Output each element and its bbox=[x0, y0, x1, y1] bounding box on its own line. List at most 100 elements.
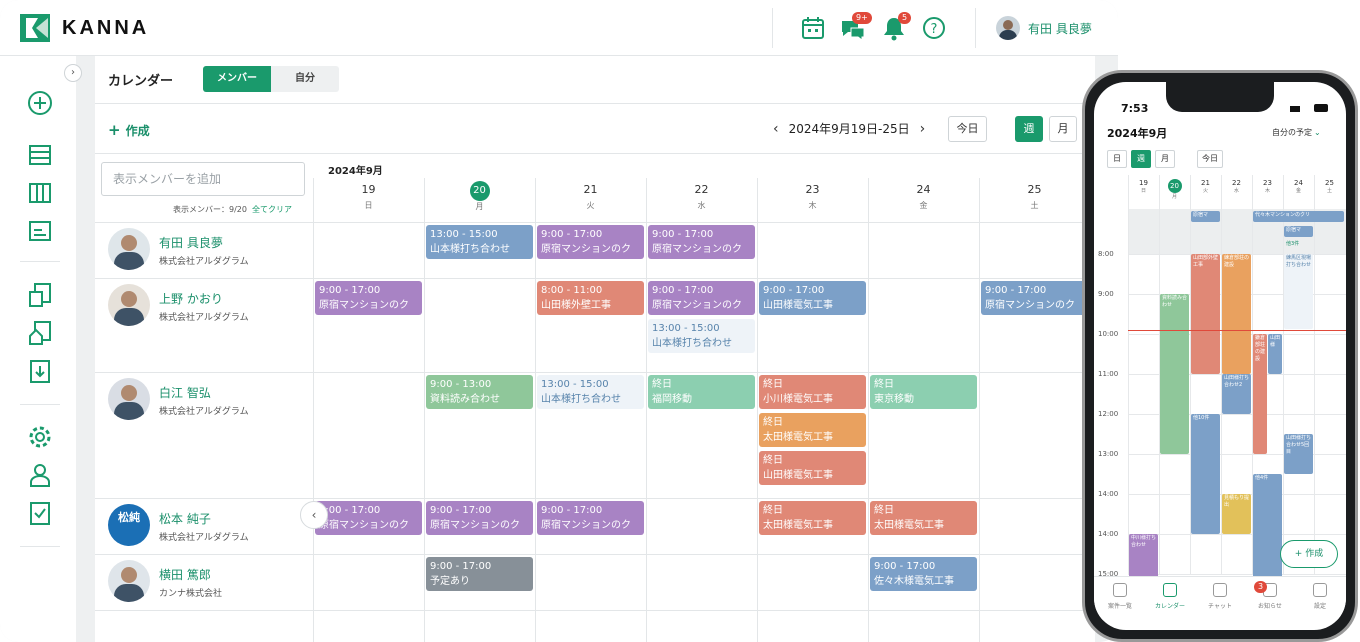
user-menu[interactable]: 有田 具良夢 bbox=[996, 16, 1092, 40]
phone-month-button[interactable]: 月 bbox=[1155, 150, 1175, 168]
event-card[interactable]: 9:00 - 17:00 原宿マンションのク bbox=[315, 501, 422, 535]
board-icon[interactable] bbox=[27, 180, 53, 206]
day-header[interactable]: 23 木 bbox=[757, 178, 868, 222]
tab-members[interactable]: メンバー bbox=[203, 66, 271, 92]
chevron-left-icon[interactable]: ‹ bbox=[773, 121, 779, 137]
event-card[interactable]: 8:00 - 11:00 山田様外壁工事 bbox=[537, 281, 644, 315]
event-card[interactable]: 終日 福岡移動 bbox=[648, 375, 755, 409]
phone-event[interactable]: 練倉部荘の建設 bbox=[1222, 254, 1251, 374]
week-view-button[interactable]: 週 bbox=[1015, 116, 1043, 142]
phone-day-header[interactable]: 25 土 bbox=[1314, 179, 1345, 194]
event-card[interactable]: 終日 山田様電気工事 bbox=[759, 451, 866, 485]
event-card[interactable]: 9:00 - 17:00 原宿マンションのク bbox=[648, 225, 755, 259]
event-card[interactable]: 終日 太田様電気工事 bbox=[870, 501, 977, 535]
phone-event[interactable]: 他4件 bbox=[1253, 474, 1282, 584]
person-icon[interactable] bbox=[27, 462, 53, 488]
phone-event[interactable]: 鎌倉部荘の建設 bbox=[1253, 334, 1267, 454]
phone-event[interactable]: 見積もり提出 bbox=[1222, 494, 1251, 534]
event-card[interactable]: 9:00 - 17:00 原宿マンションのク bbox=[426, 501, 533, 535]
create-button[interactable]: + 作成 bbox=[108, 121, 150, 139]
building-icon[interactable] bbox=[27, 320, 53, 346]
member-name[interactable]: 有田 具良夢 bbox=[159, 234, 223, 251]
phone-event[interactable]: 原宿マ bbox=[1191, 211, 1220, 222]
event-card[interactable]: 13:00 - 15:00 山本様打ち合わせ bbox=[426, 225, 533, 259]
member-row[interactable]: 上野 かおり 株式会社アルダグラム bbox=[108, 284, 308, 328]
phone-day-header[interactable]: 22 水 bbox=[1221, 179, 1252, 194]
event-card[interactable]: 9:00 - 17:00 原宿マンションのク bbox=[981, 281, 1088, 315]
phone-event[interactable]: 中川様打ち合わせ bbox=[1129, 534, 1158, 579]
member-name[interactable]: 松本 純子 bbox=[159, 510, 211, 527]
phone-event[interactable]: 資料読み合わせ bbox=[1160, 294, 1189, 454]
phone-event[interactable]: 他10件 bbox=[1191, 414, 1220, 534]
event-card[interactable]: 13:00 - 15:00 山本様打ち合わせ bbox=[648, 319, 755, 353]
day-header[interactable]: 25 土 bbox=[979, 178, 1090, 222]
phone-event[interactable]: 練馬区現場打ち合わせ bbox=[1284, 254, 1313, 329]
member-search-input[interactable]: 表示メンバーを追加 bbox=[101, 162, 305, 196]
event-card[interactable]: 9:00 - 17:00 山田様電気工事 bbox=[759, 281, 866, 315]
phone-event[interactable]: 代々木マンションのクリ bbox=[1253, 211, 1344, 222]
clear-all-link[interactable]: 全てクリア bbox=[252, 205, 292, 214]
phone-day-header[interactable]: 21 火 bbox=[1190, 179, 1221, 194]
phone-event[interactable]: 山田様打ち合わせ2 bbox=[1222, 374, 1251, 414]
today-button[interactable]: 今日 bbox=[948, 116, 987, 142]
phone-day-header[interactable]: 24 金 bbox=[1283, 179, 1314, 194]
phone-self-schedule[interactable]: 自分の予定 ⌄ bbox=[1272, 127, 1321, 138]
phone-nav-item[interactable]: 案件一覧 bbox=[1095, 583, 1145, 610]
day-header[interactable]: 19 日 bbox=[313, 178, 424, 222]
calendar-icon[interactable] bbox=[799, 14, 827, 42]
phone-day-button[interactable]: 日 bbox=[1107, 150, 1127, 168]
phone-nav-item[interactable]: お知らせ bbox=[1245, 583, 1295, 610]
event-card[interactable]: 9:00 - 17:00 原宿マンションのク bbox=[648, 281, 755, 315]
document-icon[interactable] bbox=[27, 218, 53, 244]
event-card[interactable]: 9:00 - 17:00 原宿マンションのク bbox=[537, 501, 644, 535]
member-name[interactable]: 白江 智弘 bbox=[159, 384, 211, 401]
event-card[interactable]: 終日 太田様電気工事 bbox=[759, 501, 866, 535]
event-card[interactable]: 13:00 - 15:00 山本様打ち合わせ bbox=[537, 375, 644, 409]
chevron-right-icon[interactable]: › bbox=[920, 121, 926, 137]
month-view-button[interactable]: 月 bbox=[1049, 116, 1077, 142]
member-name[interactable]: 上野 かおり bbox=[159, 290, 223, 307]
day-header[interactable]: 22 水 bbox=[646, 178, 757, 222]
download-clipboard-icon[interactable] bbox=[27, 358, 53, 384]
phone-event[interactable]: 山田様打ち合わせ5回目 bbox=[1284, 434, 1313, 474]
phone-event[interactable]: 他3件 bbox=[1284, 240, 1313, 250]
phone-event[interactable]: 山田部外壁工事 bbox=[1191, 254, 1220, 374]
help-icon[interactable]: ? bbox=[920, 14, 948, 42]
report-icon[interactable] bbox=[27, 282, 53, 308]
event-card[interactable]: 終日 太田様電気工事 bbox=[759, 413, 866, 447]
member-row[interactable]: 松純 松本 純子 株式会社アルダグラム bbox=[108, 504, 308, 548]
event-card[interactable]: 9:00 - 17:00 原宿マンションのク bbox=[315, 281, 422, 315]
event-card[interactable]: 9:00 - 17:00 佐々木様電気工事 bbox=[870, 557, 977, 591]
member-name[interactable]: 横田 篤郎 bbox=[159, 566, 211, 583]
phone-day-header[interactable]: 20 月 bbox=[1159, 179, 1190, 200]
phone-nav-item[interactable]: 設定 bbox=[1295, 583, 1345, 610]
phone-event[interactable]: 山田様 bbox=[1268, 334, 1282, 374]
phone-event[interactable]: 原宿マ bbox=[1284, 226, 1313, 237]
phone-today-button[interactable]: 今日 bbox=[1197, 150, 1223, 168]
event-card[interactable]: 9:00 - 17:00 予定あり bbox=[426, 557, 533, 591]
tab-self[interactable]: 自分 bbox=[271, 66, 339, 92]
phone-nav-item[interactable]: チャット bbox=[1195, 583, 1245, 610]
member-row[interactable]: 白江 智弘 株式会社アルダグラム bbox=[108, 378, 308, 422]
day-header[interactable]: 21 火 bbox=[535, 178, 646, 222]
add-circle-icon[interactable] bbox=[27, 90, 53, 116]
phone-nav-item[interactable]: カレンダー bbox=[1145, 583, 1195, 610]
member-row[interactable]: 横田 篤郎 カンナ株式会社 bbox=[108, 560, 308, 604]
event-card[interactable]: 終日 東京移動 bbox=[870, 375, 977, 409]
sidebar-collapse-button[interactable]: › bbox=[64, 64, 82, 82]
scroll-left-button[interactable]: ‹ bbox=[300, 501, 328, 529]
event-card[interactable]: 9:00 - 17:00 原宿マンションのク bbox=[537, 225, 644, 259]
phone-week-button[interactable]: 週 bbox=[1131, 150, 1151, 168]
gear-icon[interactable] bbox=[27, 424, 53, 450]
phone-create-button[interactable]: + 作成 bbox=[1280, 540, 1338, 568]
phone-day-header[interactable]: 19 日 bbox=[1128, 179, 1159, 194]
logo[interactable]: KANNA bbox=[20, 14, 149, 42]
event-card[interactable]: 9:00 - 13:00 資料読み合わせ bbox=[426, 375, 533, 409]
checklist-icon[interactable] bbox=[27, 500, 53, 526]
list-icon[interactable] bbox=[27, 142, 53, 168]
day-header[interactable]: 24 金 bbox=[868, 178, 979, 222]
day-header[interactable]: 20 月 bbox=[424, 178, 535, 222]
event-card[interactable]: 終日 小川様電気工事 bbox=[759, 375, 866, 409]
member-row[interactable]: 有田 具良夢 株式会社アルダグラム bbox=[108, 228, 308, 272]
phone-day-header[interactable]: 23 木 bbox=[1252, 179, 1283, 194]
